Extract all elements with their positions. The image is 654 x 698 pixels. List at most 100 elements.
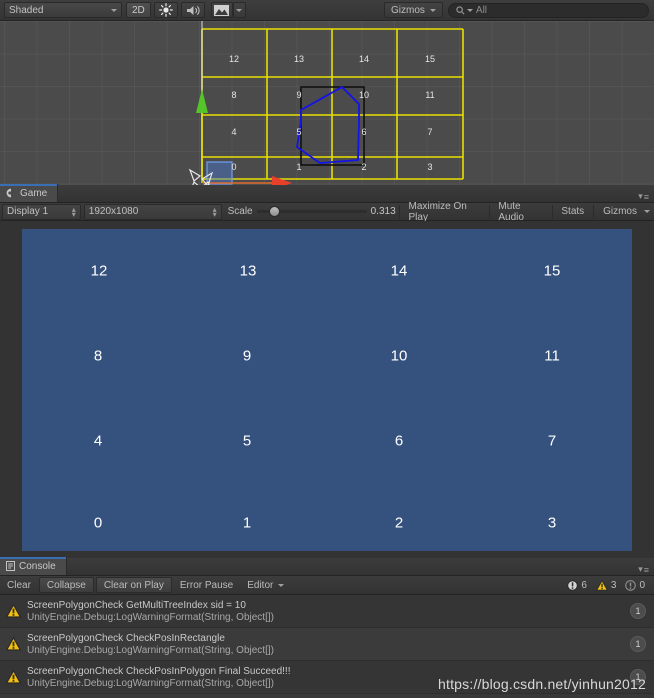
warning-counter[interactable]: 3 xyxy=(593,579,620,591)
game-view-toolbar: Display 1 ▴ ▾ 1920x1080 ▴ ▾ Scale 0.313 Ma… xyxy=(0,200,654,223)
scene-cell-number: 6 xyxy=(361,127,367,137)
clear-button[interactable]: Clear xyxy=(0,577,38,593)
warning-icon xyxy=(6,604,21,618)
game-icon xyxy=(6,188,11,198)
scene-cell-number: 5 xyxy=(296,127,302,137)
shading-mode-dropdown[interactable]: Shaded xyxy=(4,2,122,18)
console-log-stacktrace: UnityEngine.Debug:LogWarningFormat(Strin… xyxy=(27,611,274,623)
console-log-text: ScreenPolygonCheck CheckPosInRectangle Un… xyxy=(27,633,274,656)
error-pause-button[interactable]: Error Pause xyxy=(173,577,240,593)
game-cell-number: 1 xyxy=(242,514,252,532)
chevron-down-icon xyxy=(111,8,117,12)
mute-audio-button[interactable]: Mute Audio xyxy=(491,201,549,223)
shading-mode-label: Shaded xyxy=(9,4,44,16)
editor-dropdown[interactable]: Editor xyxy=(240,577,291,593)
scene-view[interactable]: 12 13 14 15 8 9 10 11 4 5 6 7 0 1 2 3 xyxy=(0,21,654,185)
search-icon xyxy=(456,5,465,14)
info-icon xyxy=(567,579,579,591)
game-cell-number: 8 xyxy=(93,347,103,365)
scene-gizmo-layer xyxy=(188,21,464,185)
game-cell-number: 2 xyxy=(394,514,404,532)
console-log-message: ScreenPolygonCheck CheckPosInRectangle xyxy=(27,632,225,644)
console-log-count-badge: 1 xyxy=(630,636,646,652)
game-view-tab-row: Game ▾ ≡ xyxy=(0,184,654,203)
console-log-message: ScreenPolygonCheck GetMultiTreeIndex sid… xyxy=(27,599,246,611)
options-lines-icon: ≡ xyxy=(643,564,649,575)
scene-effects-toggle[interactable] xyxy=(210,2,233,18)
scene-view-toolbar: Shaded 2D Gizmos All xyxy=(0,0,654,21)
scale-value: 0.313 xyxy=(370,206,396,217)
scene-audio-toggle[interactable] xyxy=(180,2,205,18)
info-counter[interactable]: 6 xyxy=(564,580,590,591)
game-cell-number: 11 xyxy=(544,347,560,365)
scene-effects-dropdown[interactable] xyxy=(232,2,246,18)
stats-button[interactable]: Stats xyxy=(554,204,591,220)
console-log-row[interactable]: ScreenPolygonCheck CheckPosInRectangle Un… xyxy=(0,628,654,661)
game-cell-number: 9 xyxy=(242,347,252,365)
scene-gizmos-button[interactable]: Gizmos xyxy=(384,2,443,18)
game-view[interactable]: 12 13 14 15 8 9 10 11 4 5 6 7 0 1 2 3 xyxy=(0,221,654,558)
scale-slider-track[interactable] xyxy=(256,206,367,217)
watermark-text: https://blog.csdn.net/yinhun2012 xyxy=(438,676,646,692)
game-cell-number: 14 xyxy=(390,262,408,280)
console-log-stacktrace: UnityEngine.Debug:LogWarningFormat(Strin… xyxy=(27,644,274,656)
display-dropdown[interactable]: Display 1 ▴ ▾ xyxy=(2,203,81,220)
updown-icon: ▴ ▾ xyxy=(212,204,217,219)
blue-polygon xyxy=(296,86,360,164)
toggle-2d-button[interactable]: 2D xyxy=(126,2,151,18)
error-icon xyxy=(625,579,637,591)
game-gizmos-dropdown[interactable] xyxy=(643,204,654,220)
collapse-button[interactable]: Collapse xyxy=(38,577,94,593)
tab-console[interactable]: Console xyxy=(0,557,67,575)
resolution-label: 1920x1080 xyxy=(88,206,139,217)
resolution-dropdown[interactable]: 1920x1080 ▴ ▾ xyxy=(83,203,222,220)
warning-count: 3 xyxy=(610,579,617,591)
scene-cell-number: 10 xyxy=(358,90,370,100)
console-log-text: ScreenPolygonCheck GetMultiTreeIndex sid… xyxy=(27,600,274,623)
game-cell-number: 12 xyxy=(90,262,108,280)
scale-slider[interactable]: Scale 0.313 xyxy=(228,206,397,217)
game-cell-number: 4 xyxy=(93,432,103,450)
options-lines-icon: ≡ xyxy=(643,191,649,202)
tab-game-label: Game xyxy=(20,187,48,199)
maximize-on-play-label: Maximize On Play xyxy=(408,200,467,223)
clear-on-play-button[interactable]: Clear on Play xyxy=(95,577,172,593)
warning-icon xyxy=(595,579,608,591)
game-cell-number: 5 xyxy=(242,432,252,450)
console-log-text: ScreenPolygonCheck CheckPosInPolygon Fin… xyxy=(27,666,290,689)
unity-editor-window: Shaded 2D Gizmos All 12 13 14 15 8 9 10 … xyxy=(0,0,654,698)
clear-label: Clear xyxy=(7,579,31,591)
error-pause-label: Error Pause xyxy=(179,579,234,591)
game-cell-number: 6 xyxy=(394,432,404,450)
toolbar-divider xyxy=(551,204,553,219)
tab-game[interactable]: Game xyxy=(0,184,59,202)
chevron-down-icon xyxy=(466,8,473,12)
maximize-on-play-button[interactable]: Maximize On Play xyxy=(401,200,486,223)
game-gizmos-button[interactable]: Gizmos xyxy=(596,204,644,220)
error-counter[interactable]: 0 xyxy=(622,580,648,591)
game-cell-number: 0 xyxy=(93,514,103,532)
scene-lighting-toggle[interactable] xyxy=(153,2,178,18)
chevron-down-icon xyxy=(643,210,650,213)
console-options-menu[interactable]: ▾ ≡ xyxy=(638,564,654,575)
clear-on-play-label: Clear on Play xyxy=(103,579,164,591)
scene-search-field[interactable]: All xyxy=(447,2,649,18)
scene-cell-number: 11 xyxy=(425,90,435,100)
scale-slider-knob[interactable] xyxy=(268,206,280,217)
console-log-row[interactable]: ScreenPolygonCheck GetMultiTreeIndex sid… xyxy=(0,595,654,628)
scene-cell-number: 13 xyxy=(293,54,305,64)
game-view-options-menu[interactable]: ▾ ≡ xyxy=(638,191,654,202)
scene-search-value: All xyxy=(475,4,488,16)
updown-icon: ▴ ▾ xyxy=(71,204,76,219)
console-log-stacktrace: UnityEngine.Debug:LogWarningFormat(Strin… xyxy=(27,677,274,689)
options-caret-icon: ▾ xyxy=(638,191,643,201)
display-label: Display 1 xyxy=(7,206,49,217)
scale-label: Scale xyxy=(227,206,253,217)
scene-cell-number: 1 xyxy=(296,162,302,172)
y-axis-arrow-icon xyxy=(196,89,208,113)
tab-console-label: Console xyxy=(19,560,56,572)
scene-cell-number: 9 xyxy=(296,90,302,100)
game-render-canvas[interactable]: 12 13 14 15 8 9 10 11 4 5 6 7 0 1 2 3 xyxy=(22,229,632,551)
console-tab-row: Console ▾ ≡ xyxy=(0,557,654,576)
selected-object-rect[interactable] xyxy=(206,161,233,185)
